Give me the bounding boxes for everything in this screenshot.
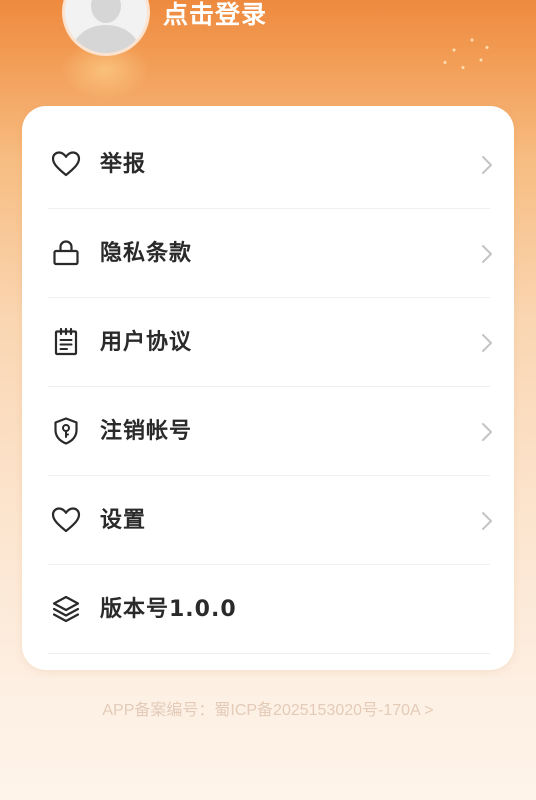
divider — [48, 653, 490, 654]
lock-icon — [50, 237, 82, 269]
avatar[interactable] — [62, 0, 150, 56]
chevron-right-icon — [480, 243, 494, 265]
menu-item-delete-account[interactable]: 注销帐号 — [22, 387, 514, 476]
menu-item-label: 用户协议 — [100, 330, 193, 355]
chevron-right-icon — [480, 332, 494, 354]
menu-item-label: 举报 — [100, 152, 147, 177]
menu-item-version: 版本号1.0.0 — [22, 565, 514, 654]
avatar-head-shape — [91, 0, 121, 23]
menu-item-user-agreement[interactable]: 用户协议 — [22, 298, 514, 387]
menu-item-label: 隐私条款 — [100, 241, 193, 266]
login-button[interactable]: 点击登录 — [163, 0, 267, 30]
shield-key-icon — [50, 415, 82, 447]
menu-item-privacy[interactable]: 隐私条款 — [22, 209, 514, 298]
menu-item-label: 设置 — [100, 508, 147, 533]
heart-icon — [50, 504, 82, 536]
chevron-right-icon — [480, 510, 494, 532]
notepad-icon — [50, 326, 82, 358]
avatar-shoulders-shape — [73, 25, 139, 53]
profile-header: 点击登录 — [0, 0, 536, 70]
chevron-right-icon — [480, 154, 494, 176]
chevron-right-icon — [480, 421, 494, 443]
icp-record-link[interactable]: APP备案编号：蜀ICP备2025153020号-170A > — [0, 696, 536, 720]
menu-item-settings[interactable]: 设置 — [22, 476, 514, 565]
version-label: 版本号1.0.0 — [100, 597, 237, 622]
menu-item-label: 注销帐号 — [100, 419, 193, 444]
layers-icon — [50, 593, 82, 625]
menu-item-report[interactable]: 举报 — [22, 120, 514, 209]
heart-icon — [50, 148, 82, 180]
menu-card: 举报 隐私条款 用户协议 注销帐号 设置 版本号1.0.0 — [22, 106, 514, 670]
